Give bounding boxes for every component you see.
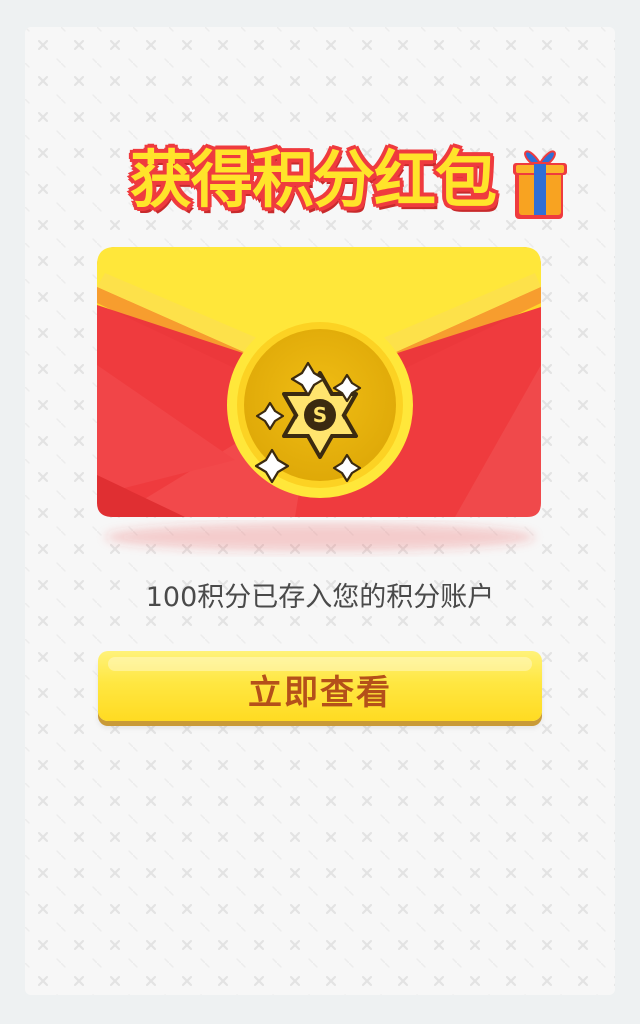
view-now-button[interactable]: 立即查看 [98,651,542,721]
popup-card: 获得积分红包 S 100积分已存入您的积分账户 立即查看 [25,27,615,995]
red-envelope-illustration: S [97,247,541,551]
coin-symbol: S [313,403,327,427]
coin-star-icon: S [227,312,413,498]
points-message: 100积分已存入您的积分账户 [145,582,495,613]
page-title: 获得积分红包 [129,143,497,216]
view-now-button-label: 立即查看 [248,673,392,713]
title-banner: 获得积分红包 [93,121,573,231]
